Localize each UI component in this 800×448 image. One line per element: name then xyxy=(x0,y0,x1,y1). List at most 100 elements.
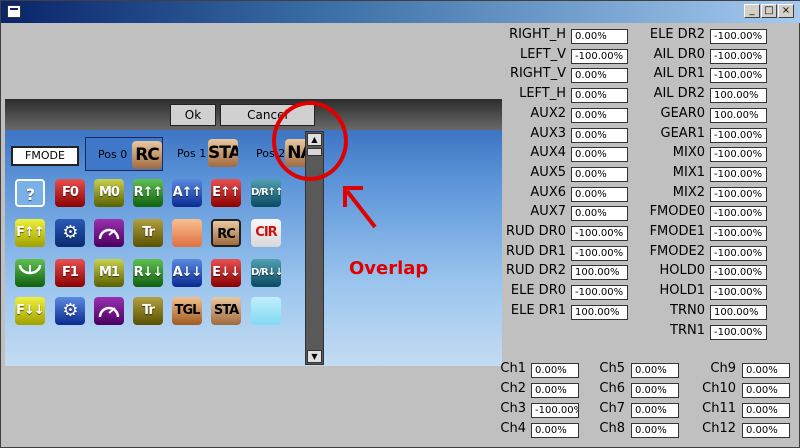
gauge-icon[interactable] xyxy=(94,219,124,247)
blank-light-icon[interactable] xyxy=(251,297,281,325)
left-field-14-value-field[interactable]: 100.00% xyxy=(571,304,628,320)
ele-down-icon[interactable]: E↓↓ xyxy=(211,259,241,287)
right-field-0-value-field[interactable]: -100.00% xyxy=(710,29,767,44)
right-field-8-value-field[interactable]: -100.00% xyxy=(710,186,767,202)
left-field-2-value-field[interactable]: 0.00% xyxy=(571,68,628,84)
rud-down-icon[interactable]: R↓↓ xyxy=(133,259,163,287)
channel-9-label: Ch9 xyxy=(710,361,736,376)
right-field-4-value-field[interactable]: 100.00% xyxy=(710,107,767,123)
left-field-0-value-field[interactable]: 0.00% xyxy=(571,29,628,44)
m0-icon[interactable]: M0 xyxy=(94,179,124,207)
channel-7-value-field[interactable]: 0.00% xyxy=(631,403,679,418)
dr-up-icon[interactable]: D/R↑↑ xyxy=(251,179,281,207)
m1-icon[interactable]: M1 xyxy=(94,259,124,287)
channel-4-value-field[interactable]: 0.00% xyxy=(531,423,579,438)
cir-icon[interactable]: CIR xyxy=(251,219,281,247)
right-field-7-value-field[interactable]: -100.00% xyxy=(710,166,767,182)
right-field-3-value-field[interactable]: 100.00% xyxy=(710,88,767,104)
channel-6-value-field[interactable]: 0.00% xyxy=(631,383,679,398)
channel-4-label: Ch4 xyxy=(500,421,526,436)
overlap-circle-annotation xyxy=(272,101,348,181)
right-field-11-value-field[interactable]: -100.00% xyxy=(710,245,767,261)
blank-peach-icon[interactable] xyxy=(172,219,202,247)
position-0-label: Pos 0 xyxy=(98,148,128,161)
left-field-1-value-field[interactable]: -100.00% xyxy=(571,48,628,64)
ail-down-icon[interactable]: A↓↓ xyxy=(172,259,202,287)
left-field-13-value-field[interactable]: -100.00% xyxy=(571,285,628,301)
channel-2-value-field[interactable]: 0.00% xyxy=(531,383,579,398)
left-field-9-value-field[interactable]: 0.00% xyxy=(571,206,628,222)
channel-2-label: Ch2 xyxy=(500,381,526,396)
trim-tr-icon-2[interactable]: Tr xyxy=(133,297,163,325)
channel-12-value-field[interactable]: 0.00% xyxy=(742,423,790,438)
right-field-6-label: MIX0 xyxy=(672,145,705,161)
channel-1-label: Ch1 xyxy=(500,361,526,376)
right-field-15-value-field[interactable]: -100.00% xyxy=(710,324,767,340)
flap-up-icon[interactable]: F↑↑ xyxy=(15,219,45,247)
unknown-switch-icon[interactable]: ? xyxy=(15,179,45,207)
tgl-icon[interactable]: TGL xyxy=(172,297,202,325)
left-field-12-value-field[interactable]: 100.00% xyxy=(571,265,628,281)
minimize-button[interactable]: _ xyxy=(744,4,760,18)
channel-3-value-field[interactable]: -100.00% xyxy=(531,403,579,418)
right-field-15-label: TRN1 xyxy=(670,322,705,338)
position-0-selector[interactable]: Pos 0 RC xyxy=(85,137,163,171)
main-window: _ □ × Ok Cancel FMODE Pos 0 RC Pos 1 STA… xyxy=(0,0,800,448)
right-field-14-label: TRN0 xyxy=(670,302,705,318)
channel-3-label: Ch3 xyxy=(500,401,526,416)
f0-icon[interactable]: F0 xyxy=(55,179,85,207)
left-field-11-label: RUD DR1 xyxy=(505,243,566,259)
rud-up-icon[interactable]: R↑↑ xyxy=(133,179,163,207)
ail-up-icon[interactable]: A↑↑ xyxy=(172,179,202,207)
f1-icon[interactable]: F1 xyxy=(55,259,85,287)
gear-icon[interactable]: ⚙ xyxy=(55,219,85,247)
left-field-10-label: RUD DR0 xyxy=(505,224,566,239)
ok-button[interactable]: Ok xyxy=(170,104,216,126)
sta-icon[interactable]: STA xyxy=(208,139,238,167)
right-field-5-value-field[interactable]: -100.00% xyxy=(710,127,767,143)
left-field-3-value-field[interactable]: 0.00% xyxy=(571,88,628,104)
channel-5-value-field[interactable]: 0.00% xyxy=(631,363,679,378)
left-field-6-value-field[interactable]: 0.00% xyxy=(571,147,628,163)
left-field-5-value-field[interactable]: 0.00% xyxy=(571,127,628,143)
channel-12-label: Ch12 xyxy=(702,421,736,436)
right-field-13-value-field[interactable]: -100.00% xyxy=(710,285,767,301)
left-field-7-value-field[interactable]: 0.00% xyxy=(571,166,628,182)
channel-9-value-field[interactable]: 0.00% xyxy=(742,363,790,378)
right-field-12-value-field[interactable]: -100.00% xyxy=(710,265,767,281)
fmode-label: FMODE xyxy=(11,146,79,166)
left-field-4-value-field[interactable]: 0.00% xyxy=(571,107,628,123)
sta-select-icon[interactable]: STA xyxy=(211,297,241,325)
channel-1-value-field[interactable]: 0.00% xyxy=(531,363,579,378)
rc-select-icon[interactable]: RC xyxy=(211,219,241,247)
flap-down-icon[interactable]: F↓↓ xyxy=(15,297,45,325)
scroll-down-icon[interactable]: ▼ xyxy=(307,350,322,363)
switch-selector-panel: Ok Cancel FMODE Pos 0 RC Pos 1 STA Pos 2… xyxy=(5,99,502,366)
close-button[interactable]: × xyxy=(778,4,794,18)
left-field-8-value-field[interactable]: 0.00% xyxy=(571,186,628,202)
trim-tr-icon[interactable]: Tr xyxy=(133,219,163,247)
right-field-6-value-field[interactable]: -100.00% xyxy=(710,147,767,163)
ele-up-icon[interactable]: E↑↑ xyxy=(211,179,241,207)
right-field-10-value-field[interactable]: -100.00% xyxy=(710,226,767,241)
right-field-14-value-field[interactable]: 100.00% xyxy=(710,304,767,320)
left-field-1-label: LEFT_V xyxy=(519,46,566,62)
channel-11-value-field[interactable]: 0.00% xyxy=(742,403,790,418)
right-field-1-value-field[interactable]: -100.00% xyxy=(710,48,767,64)
left-field-12-label: RUD DR2 xyxy=(505,263,566,279)
overlap-arrow-icon xyxy=(343,186,377,229)
right-field-2-value-field[interactable]: -100.00% xyxy=(710,68,767,84)
gear-icon-2[interactable]: ⚙ xyxy=(55,297,85,325)
left-field-10-value-field[interactable]: -100.00% xyxy=(571,226,628,241)
dr-down-icon[interactable]: D/R↓↓ xyxy=(251,259,281,287)
title-bar[interactable]: _ □ × xyxy=(1,1,800,23)
right-field-0-label: ELE DR2 xyxy=(649,27,705,42)
channel-10-value-field[interactable]: 0.00% xyxy=(742,383,790,398)
right-field-9-value-field[interactable]: -100.00% xyxy=(710,206,767,222)
gauge-icon-2[interactable] xyxy=(94,297,124,325)
channel-8-value-field[interactable]: 0.00% xyxy=(631,423,679,438)
trim-arc-icon[interactable] xyxy=(15,259,45,287)
maximize-button[interactable]: □ xyxy=(761,4,777,18)
channel-5-label: Ch5 xyxy=(599,361,625,376)
left-field-11-value-field[interactable]: -100.00% xyxy=(571,245,628,261)
